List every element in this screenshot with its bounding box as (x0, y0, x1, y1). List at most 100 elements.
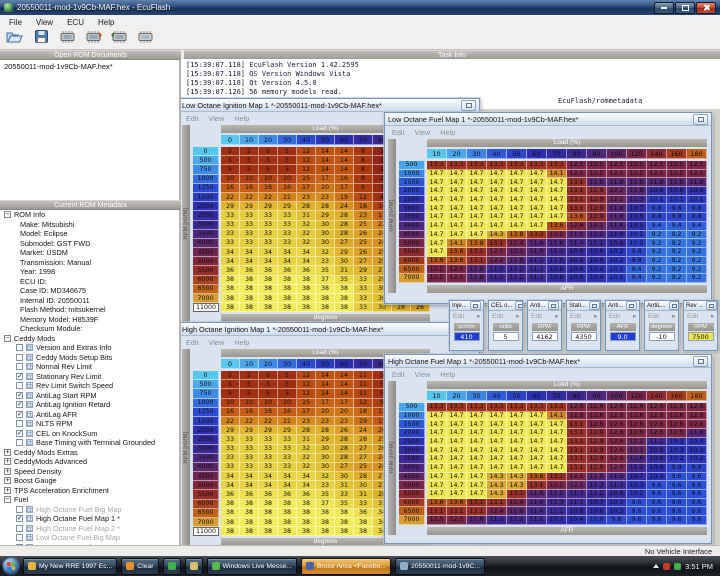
value-cell[interactable]: 15 (297, 175, 316, 184)
value-cell[interactable]: 13.6 (567, 213, 587, 222)
scalar-window-titlebar[interactable]: Anti... (528, 301, 561, 311)
value-cell[interactable]: 13.8 (467, 239, 487, 248)
value-cell[interactable]: 38 (297, 500, 316, 509)
row-header-cell[interactable]: 2000 (193, 202, 219, 211)
value-cell[interactable]: 16 (221, 408, 240, 417)
value-cell[interactable]: 14.7 (507, 170, 527, 179)
value-cell[interactable]: 12.6 (587, 403, 607, 412)
column-header-cell[interactable]: 60 (527, 391, 547, 401)
value-cell[interactable]: 10.2 (627, 490, 647, 499)
tree-info-row[interactable]: Case ID: MD346675 (0, 286, 179, 296)
value-cell[interactable]: 16 (259, 408, 278, 417)
value-cell[interactable]: 33 (221, 463, 240, 472)
value-cell[interactable]: 5 (278, 371, 297, 380)
row-header-cell[interactable]: 1000 (399, 170, 425, 179)
column-header-cell[interactable]: 40 (487, 149, 507, 159)
value-cell[interactable]: 20 (335, 408, 354, 417)
value-cell[interactable]: 10.1 (687, 196, 707, 205)
tree-branch[interactable]: +Boost Gauge (0, 476, 179, 486)
column-header-cell[interactable]: 50 (507, 149, 527, 159)
value-cell[interactable]: 11.3 (547, 499, 567, 508)
value-cell[interactable]: 14.7 (467, 455, 487, 464)
value-cell[interactable]: 14.7 (467, 170, 487, 179)
scalar-menu-edit[interactable]: Edit (609, 313, 620, 320)
tree-branch[interactable]: −Fuel (0, 495, 179, 505)
row-header-cell[interactable]: 2500 (193, 211, 219, 220)
value-cell[interactable]: 38 (240, 276, 259, 285)
value-cell[interactable]: 32 (297, 445, 316, 454)
value-cell[interactable]: 13.3 (487, 161, 507, 170)
value-cell[interactable]: 28 (297, 426, 316, 435)
column-header-cell[interactable]: 120 (627, 149, 647, 159)
value-cell[interactable]: 28 (335, 221, 354, 230)
tree-map-item[interactable]: High Octane Fuel Map 2 * (0, 524, 179, 534)
value-cell[interactable]: 14.7 (467, 446, 487, 455)
value-cell[interactable]: 38 (259, 285, 278, 294)
value-cell[interactable]: 10.3 (647, 473, 667, 482)
tree-map-item[interactable]: Normal Rev Limit (0, 362, 179, 372)
row-header-cell[interactable]: 6000 (193, 500, 219, 509)
value-cell[interactable]: 12.9 (587, 455, 607, 464)
value-cell[interactable]: 13.1 (487, 499, 507, 508)
value-cell[interactable]: 13.1 (527, 481, 547, 490)
value-cell[interactable]: 9.6 (647, 516, 667, 525)
value-cell[interactable]: 13.3 (527, 403, 547, 412)
value-cell[interactable]: 14.7 (527, 170, 547, 179)
value-cell[interactable]: 11.1 (567, 499, 587, 508)
value-cell[interactable]: 27 (354, 454, 373, 463)
value-cell[interactable]: 9.2 (667, 239, 687, 248)
value-cell[interactable]: 38 (240, 294, 259, 303)
value-cell[interactable]: 34 (259, 481, 278, 490)
value-cell[interactable]: 14.7 (467, 222, 487, 231)
value-cell[interactable]: 12.2 (487, 257, 507, 266)
value-cell[interactable]: 13.3 (547, 161, 567, 170)
value-cell[interactable]: 17 (316, 399, 335, 408)
maximize-button[interactable] (675, 2, 695, 14)
value-cell[interactable]: 29 (278, 426, 297, 435)
system-tray[interactable]: 3:51 PM (653, 562, 717, 571)
column-header-cell[interactable]: 70 (547, 149, 567, 159)
row-header-cell[interactable]: 7000 (193, 518, 219, 527)
value-cell[interactable]: 13.1 (567, 178, 587, 187)
value-cell[interactable]: 9.6 (687, 516, 707, 525)
value-cell[interactable]: 38 (335, 294, 354, 303)
value-cell[interactable]: 30 (316, 221, 335, 230)
value-cell[interactable]: 14.7 (527, 187, 547, 196)
column-header-cell[interactable]: 30 (467, 149, 487, 159)
scalar-value[interactable]: 7500 (688, 332, 714, 341)
value-cell[interactable]: 38 (335, 285, 354, 294)
value-cell[interactable]: 14.7 (467, 473, 487, 482)
value-cell[interactable]: 38 (316, 518, 335, 527)
value-cell[interactable]: 14 (316, 156, 335, 165)
column-header-cell[interactable]: 100 (607, 149, 627, 159)
value-cell[interactable]: 11.1 (527, 274, 547, 283)
value-cell[interactable]: 10.3 (687, 438, 707, 447)
value-cell[interactable]: 14.7 (547, 204, 567, 213)
value-cell[interactable]: 14.7 (447, 446, 467, 455)
value-cell[interactable]: 5 (259, 165, 278, 174)
value-cell[interactable]: 14.7 (547, 455, 567, 464)
value-cell[interactable]: 11.5 (587, 231, 607, 240)
row-header-cell[interactable]: 7000 (399, 274, 425, 283)
value-cell[interactable]: 29 (278, 202, 297, 211)
value-cell[interactable]: 14.7 (467, 178, 487, 187)
tray-green-icon[interactable] (674, 563, 681, 570)
tree-map-item[interactable]: ✓CEL on KnockSum (0, 429, 179, 439)
value-cell[interactable]: 14.3 (487, 481, 507, 490)
taskbar-button[interactable]: Bruce Anca <Facebo... (301, 558, 391, 575)
value-cell[interactable]: 10.6 (567, 274, 587, 283)
value-cell[interactable]: 33 (259, 445, 278, 454)
close-icon[interactable] (693, 114, 708, 125)
value-cell[interactable]: 12.2 (607, 196, 627, 205)
value-cell[interactable]: 31 (335, 481, 354, 490)
value-cell[interactable]: 11.6 (527, 499, 547, 508)
value-cell[interactable]: 8 (354, 147, 373, 156)
tree-branch[interactable]: −ROM Info (0, 210, 179, 220)
value-cell[interactable]: 14.1 (547, 170, 567, 179)
value-cell[interactable]: 10.3 (607, 499, 627, 508)
tree-branch[interactable]: +Speed Density (0, 467, 179, 477)
value-cell[interactable]: 12.6 (687, 420, 707, 429)
value-cell[interactable]: 30 (335, 257, 354, 266)
value-cell[interactable]: 5 (240, 165, 259, 174)
value-cell[interactable]: 14.7 (427, 464, 447, 473)
